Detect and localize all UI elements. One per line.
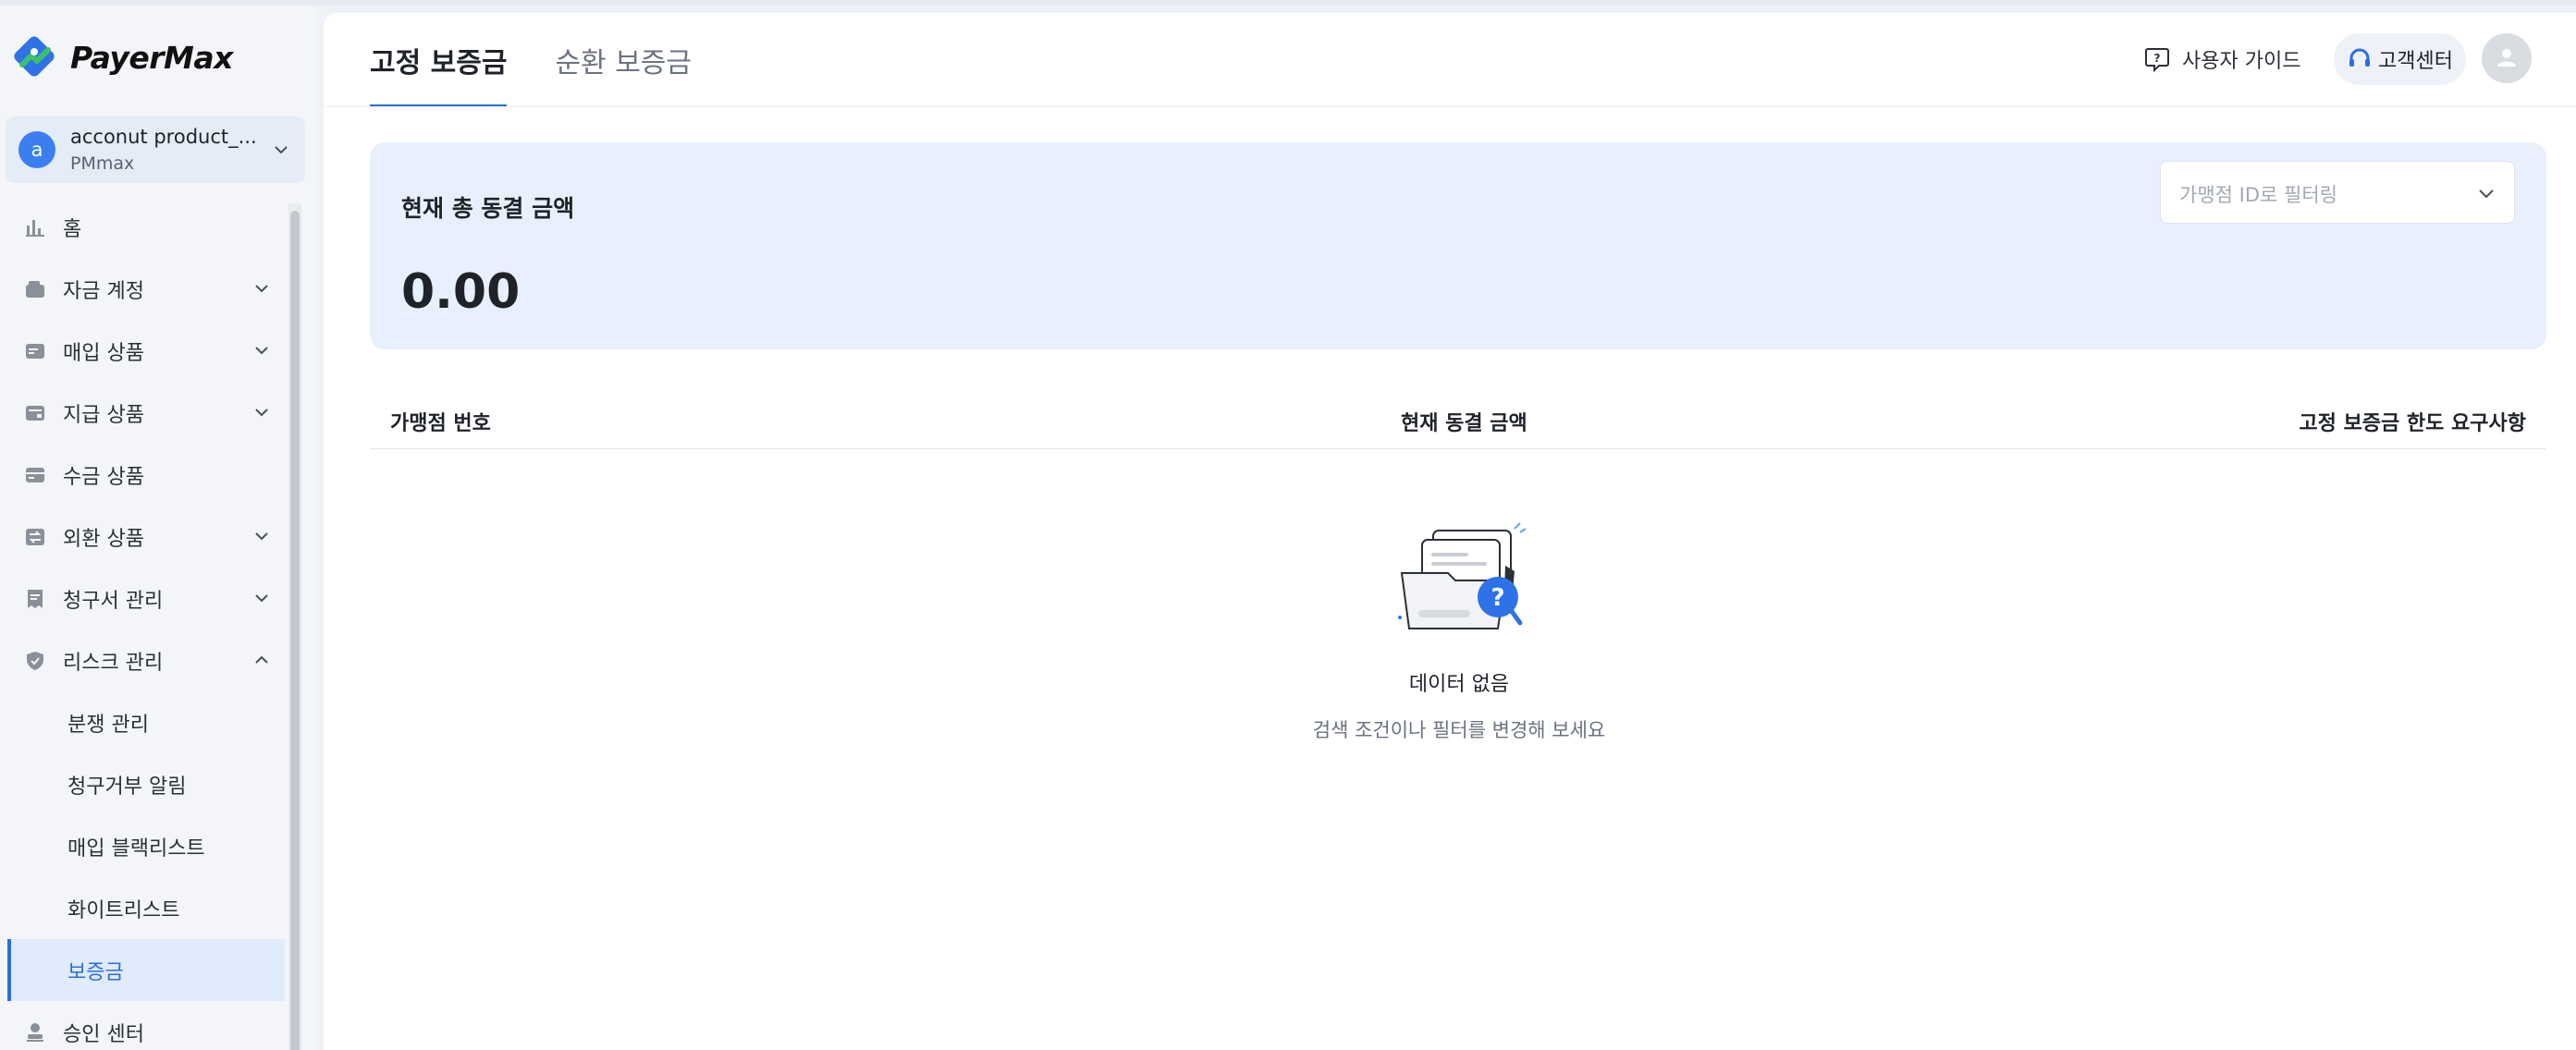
empty-title: 데이터 없음 <box>1408 673 1510 696</box>
empty-folder-illustration-icon: ? <box>1398 522 1527 629</box>
fx-icon <box>24 526 46 548</box>
sidebar-item-invoice[interactable]: 청구서 관리 <box>7 568 285 629</box>
sidebar-subitem-whitelist[interactable]: 화이트리스트 <box>7 877 285 939</box>
help-chat-icon: ? <box>2145 48 2169 73</box>
payout-icon <box>24 402 46 424</box>
account-avatar: a <box>18 131 55 168</box>
total-frozen-label: 현재 총 동결 금액 <box>401 195 575 222</box>
sidebar-item-label: 리스크 관리 <box>63 651 164 675</box>
merchant-filter-placeholder: 가맹점 ID로 필터링 <box>2179 184 2337 206</box>
sidebar-item-label: 지급 상품 <box>63 403 144 427</box>
sidebar-item-label: 매입 상품 <box>63 341 144 365</box>
top-border <box>0 0 2576 6</box>
sidebar: PayerMax a acconut product_... PMmax 홈 자… <box>0 6 316 1050</box>
card-icon <box>24 340 46 362</box>
tab-fixed-deposit[interactable]: 고정 보증금 <box>370 13 508 107</box>
empty-state: ? 데이터 없음 검색 조건이나 필터를 변경해 보세요 <box>1274 519 1644 743</box>
sidebar-subitem-chargeback-alert[interactable]: 청구거부 알림 <box>7 753 285 815</box>
chevron-down-icon <box>255 285 268 293</box>
sidebar-item-collection[interactable]: 수금 상품 <box>7 444 285 506</box>
chevron-down-icon <box>255 532 268 541</box>
sidebar-item-home[interactable]: 홈 <box>7 196 285 258</box>
user-avatar[interactable] <box>2482 33 2532 83</box>
chevron-down-icon <box>2479 189 2494 199</box>
column-current-frozen: 현재 동결 금액 <box>1401 412 1527 435</box>
customer-service-label: 고객센터 <box>2378 50 2453 73</box>
column-merchant-number: 가맹점 번호 <box>390 412 491 435</box>
account-switcher[interactable]: a acconut product_... PMmax <box>6 116 305 183</box>
total-frozen-value: 0.00 <box>401 264 521 320</box>
merchant-filter-select[interactable]: 가맹점 ID로 필터링 <box>2160 161 2515 224</box>
sidebar-item-label: 외환 상품 <box>63 527 144 551</box>
chevron-down-icon <box>275 146 288 154</box>
user-icon <box>2497 49 2516 67</box>
table-header: 가맹점 번호 현재 동결 금액 고정 보증금 한도 요구사항 <box>370 386 2546 449</box>
empty-description: 검색 조건이나 필터를 변경해 보세요 <box>1312 719 1606 741</box>
header-divider <box>324 106 2576 107</box>
svg-text:?: ? <box>1490 584 1504 612</box>
bar-chart-icon <box>24 216 46 238</box>
account-sub: PMmax <box>70 153 135 174</box>
sidebar-item-label: 수금 상품 <box>63 465 144 489</box>
approval-icon <box>24 1021 46 1044</box>
svg-text:?: ? <box>2154 52 2161 65</box>
invoice-icon <box>24 588 46 610</box>
customer-service-button[interactable]: 고객센터 <box>2334 33 2466 85</box>
tab-bar: 고정 보증금 순환 보증금 <box>370 13 740 107</box>
sidebar-item-label: 승인 센터 <box>63 1022 144 1046</box>
sidebar-item-label: 청구서 관리 <box>63 589 164 613</box>
logo[interactable]: PayerMax <box>11 31 233 83</box>
payermax-logo-icon <box>14 36 55 77</box>
user-guide-link[interactable]: ? 사용자 가이드 <box>2143 41 2300 78</box>
sidebar-item-approval[interactable]: 승인 센터 <box>7 1001 285 1050</box>
tab-rolling-deposit[interactable]: 순환 보증금 <box>555 13 692 107</box>
sidebar-item-risk[interactable]: 리스크 관리 <box>7 629 285 691</box>
sidebar-item-label: 홈 <box>63 217 82 241</box>
headset-icon <box>2349 48 2370 67</box>
sidebar-item-funds[interactable]: 자금 계정 <box>7 258 285 320</box>
sidebar-item-payout[interactable]: 지급 상품 <box>7 382 285 444</box>
sidebar-item-fx[interactable]: 외환 상품 <box>7 506 285 568</box>
sidebar-subitem-blacklist[interactable]: 매입 블랙리스트 <box>7 815 285 877</box>
chevron-down-icon <box>255 347 268 355</box>
chevron-down-icon <box>255 409 268 417</box>
chevron-down-icon <box>255 594 268 603</box>
shield-icon <box>24 650 46 672</box>
sidebar-nav: 홈 자금 계정 매입 상품 지급 상품 수금 상품 외환 상품 청구서 관리 리… <box>7 196 285 1050</box>
sidebar-subitem-deposit[interactable]: 보증금 <box>7 939 285 1001</box>
sidebar-item-label: 자금 계정 <box>63 279 144 303</box>
account-name: acconut product_... <box>70 126 257 148</box>
wallet-icon <box>24 278 46 300</box>
sidebar-item-acquiring[interactable]: 매입 상품 <box>7 320 285 382</box>
chevron-up-icon <box>255 655 268 664</box>
column-fixed-deposit-limit: 고정 보증금 한도 요구사항 <box>2299 412 2526 435</box>
sidebar-scrollbar-thumb[interactable] <box>290 211 300 1050</box>
logo-text: PayerMax <box>70 39 233 76</box>
collect-icon <box>24 464 46 486</box>
user-guide-label: 사용자 가이드 <box>2182 50 2301 73</box>
sidebar-subitem-dispute[interactable]: 분쟁 관리 <box>7 691 285 753</box>
